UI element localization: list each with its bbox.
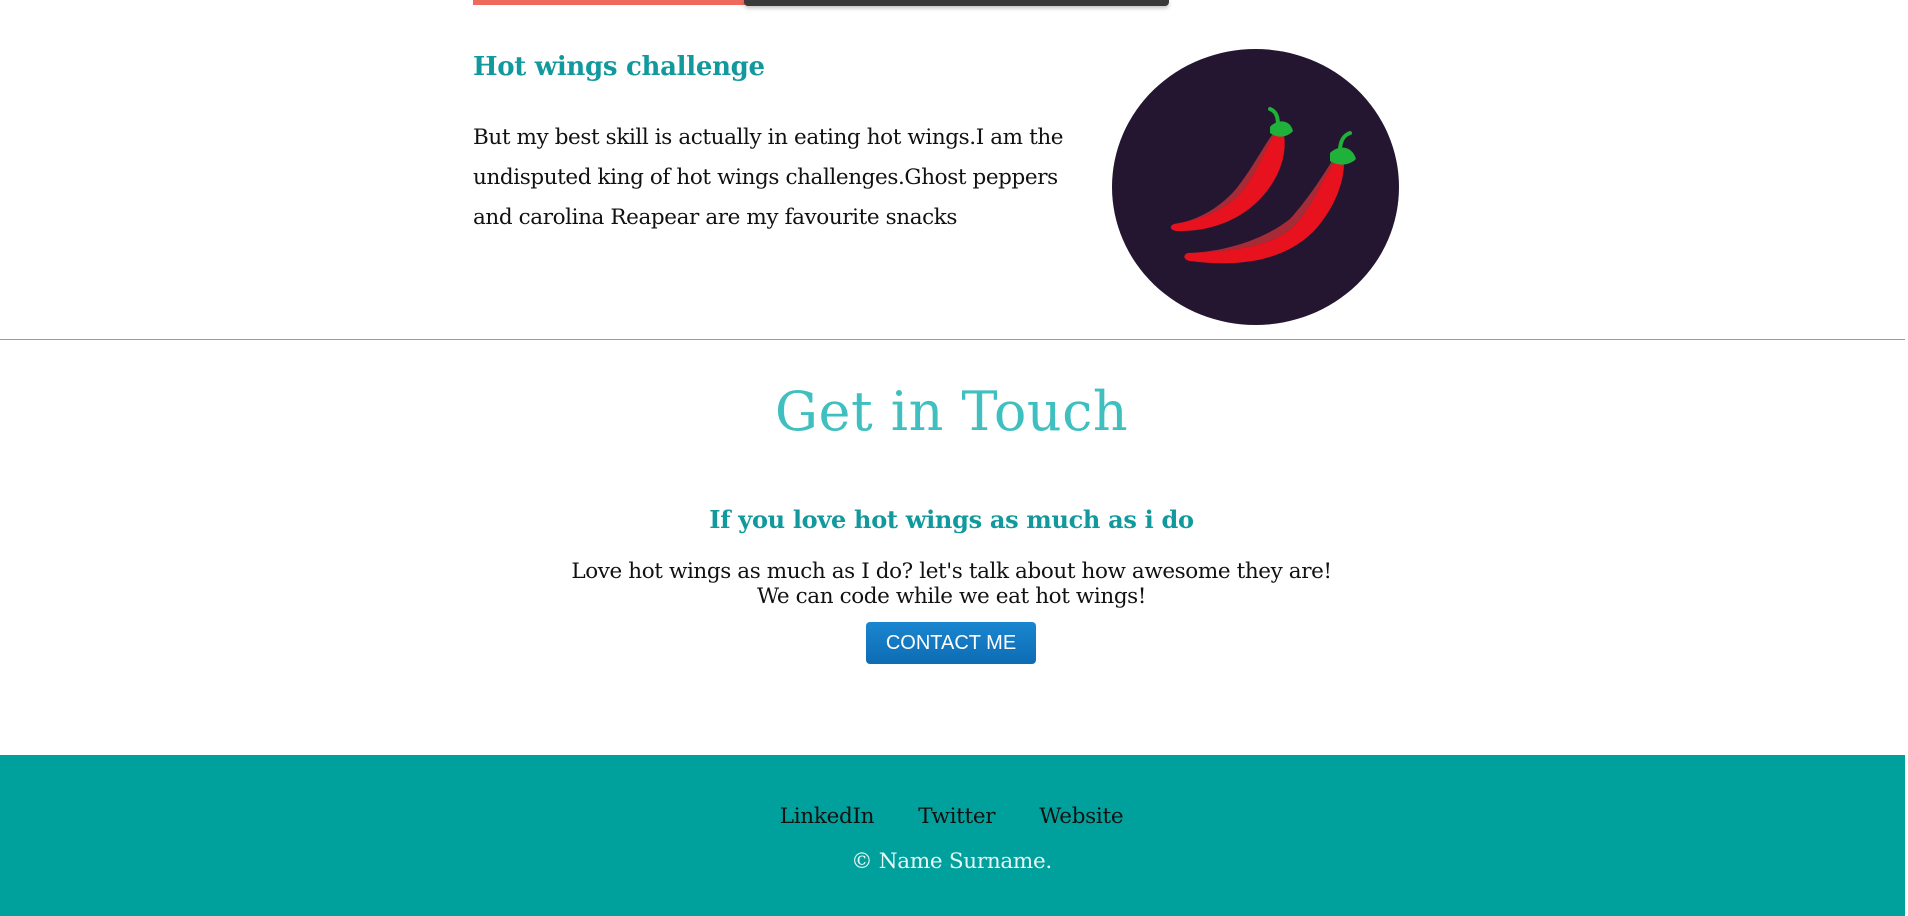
footer: LinkedIn Twitter Website © Name Surname.: [0, 755, 1908, 916]
page: Hot wings challenge But my best skill is…: [0, 0, 1908, 916]
skill-description: But my best skill is actually in eating …: [473, 125, 1064, 230]
footer-link-website[interactable]: Website: [1039, 804, 1123, 829]
section-divider: [0, 339, 1908, 340]
skill-section: Hot wings challenge But my best skill is…: [0, 0, 1908, 339]
copyright-text: © Name Surname.: [851, 849, 1052, 874]
chili-peppers-icon: [1112, 49, 1399, 325]
contact-description: Love hot wings as much as I do? let's ta…: [571, 559, 1332, 609]
footer-link-twitter[interactable]: Twitter: [918, 804, 995, 829]
skill-title: Hot wings challenge: [473, 52, 765, 82]
footer-links: LinkedIn Twitter Website: [0, 804, 1903, 829]
contact-me-button[interactable]: CONTACT ME: [866, 622, 1036, 664]
footer-link-linkedin[interactable]: LinkedIn: [780, 804, 875, 829]
contact-subtitle: If you love hot wings as much as i do: [709, 505, 1194, 534]
contact-title: Get in Touch: [774, 380, 1129, 443]
